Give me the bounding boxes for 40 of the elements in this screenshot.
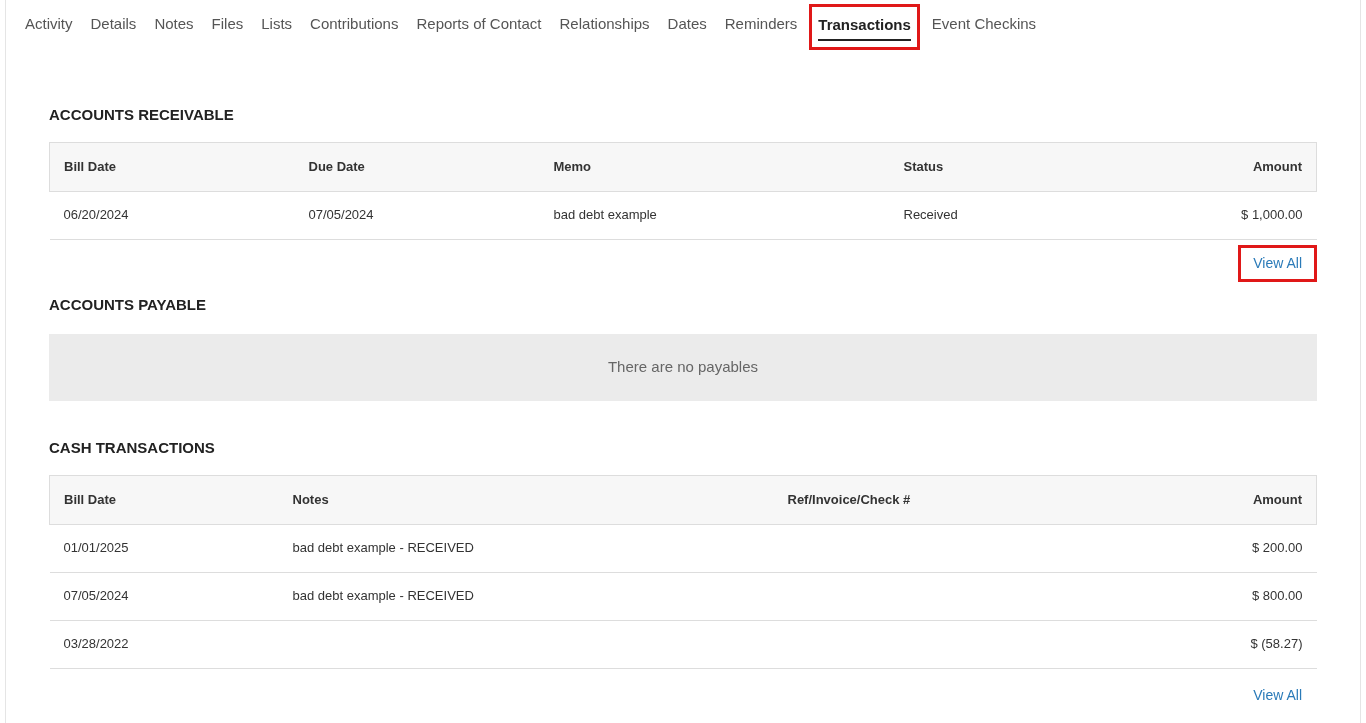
table-cell: 01/01/2025 <box>63 540 129 556</box>
table-cell: 06/20/2024 <box>63 207 129 223</box>
table-cell: bad debt example - RECEIVED <box>292 588 474 604</box>
column-header: Amount <box>1089 142 1317 191</box>
tab[interactable]: Details <box>90 13 137 41</box>
table-cell: $ (58.27) <box>1250 636 1303 652</box>
tab[interactable]: Dates <box>667 13 707 41</box>
section-title: CASH TRANSACTIONS <box>49 438 216 458</box>
column-header: Amount <box>1128 475 1317 524</box>
view-all-link[interactable]: View All <box>1238 244 1317 282</box>
column-header: Bill Date <box>49 475 279 524</box>
table-cell: 03/28/2022 <box>63 636 129 652</box>
table-cell: 07/05/2024 <box>63 588 129 604</box>
column-header: Status <box>889 142 1090 191</box>
table-cell: $ 1,000.00 <box>1241 207 1303 223</box>
tab[interactable]: Reports of Contact <box>416 13 542 41</box>
column-header: Notes <box>278 475 774 524</box>
tab[interactable]: Files <box>211 13 244 41</box>
section-title: ACCOUNTS PAYABLE <box>49 294 207 315</box>
view-all-link[interactable]: View All <box>1238 676 1317 714</box>
tab[interactable]: Contributions <box>310 13 399 41</box>
tab[interactable]: Transactions <box>818 13 911 42</box>
tab[interactable]: Activity <box>25 13 73 41</box>
column-header: Bill Date <box>49 142 295 191</box>
tab[interactable]: Notes <box>154 13 194 41</box>
tab[interactable]: Lists <box>261 13 293 41</box>
column-header: Due Date <box>294 142 540 191</box>
tab[interactable]: Event Checkins <box>931 13 1037 41</box>
tab[interactable]: Reminders <box>724 13 798 41</box>
column-header: Ref/Invoice/Check # <box>773 475 1129 524</box>
table-cell: Received <box>903 207 958 223</box>
empty-message: There are no payables <box>49 334 1317 401</box>
table-cell: 07/05/2024 <box>308 207 374 223</box>
table-cell: bad debt example <box>553 207 657 223</box>
tab[interactable]: Relationships <box>559 13 650 41</box>
table-cell: bad debt example - RECEIVED <box>292 540 474 556</box>
column-header: Memo <box>539 142 890 191</box>
section-title: ACCOUNTS RECEIVABLE <box>49 105 235 125</box>
table-cell: $ 800.00 <box>1251 588 1303 604</box>
table-cell: $ 200.00 <box>1251 540 1303 556</box>
